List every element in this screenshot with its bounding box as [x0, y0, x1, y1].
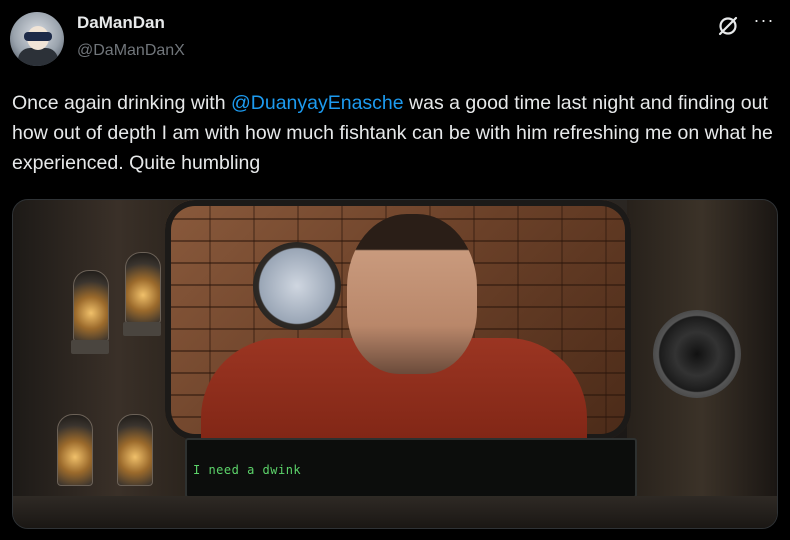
person-head: [347, 214, 477, 374]
tweet-media-image[interactable]: I need a dwink: [12, 199, 778, 529]
porthole-window: [253, 242, 341, 330]
more-options-icon[interactable]: ···: [752, 11, 776, 36]
avatar-body: [18, 48, 58, 66]
avatar-visor: [24, 32, 52, 41]
vacuum-tube-icon: [125, 252, 161, 324]
vacuum-tube-icon: [57, 414, 93, 486]
dialog-text: I need a dwink: [193, 463, 302, 477]
tube-base: [123, 322, 161, 336]
media-bottom-strip: [13, 496, 777, 528]
grok-icon[interactable]: [716, 14, 740, 38]
tube-base: [71, 340, 109, 354]
author-display-name[interactable]: DaManDan: [77, 13, 165, 33]
speaker-icon: [653, 310, 741, 398]
mention-link[interactable]: @DuanyayEnasche: [231, 92, 404, 114]
author-handle[interactable]: @DaManDanX: [77, 42, 185, 60]
media-left-panel: [13, 200, 188, 528]
vacuum-tube-icon: [73, 270, 109, 342]
tweet-text-before: Once again drinking with: [12, 92, 231, 114]
avatar[interactable]: [10, 12, 64, 66]
vacuum-tube-icon: [117, 414, 153, 486]
tweet-text: Once again drinking with @DuanyayEnasche…: [12, 88, 780, 178]
media-screen: [165, 200, 631, 440]
